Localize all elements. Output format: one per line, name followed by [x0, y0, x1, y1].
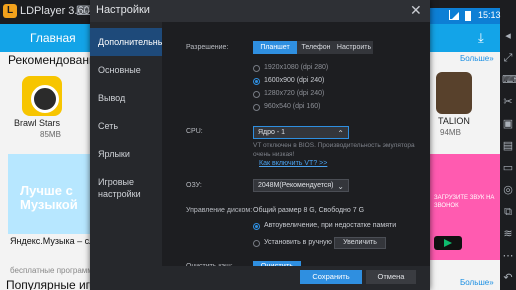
scissors-icon[interactable]: ✂ [502, 96, 514, 108]
music-banner[interactable]: Лучше с Музыкой [8, 154, 90, 234]
disk-auto-label: Автоувеличение, при недостатке памяти [264, 222, 397, 229]
multi-window-icon[interactable]: ⧉ [502, 206, 514, 218]
app-name[interactable]: TALION [438, 116, 470, 126]
apk-icon[interactable]: ▤ [502, 140, 514, 152]
nav-item-output[interactable]: Вывод [90, 84, 162, 112]
battery-icon [465, 11, 471, 21]
cpu-value: Ядро - 1 [258, 129, 286, 136]
brawl-stars-icon[interactable] [22, 76, 62, 116]
app-size: 85MB [40, 130, 61, 139]
download-icon[interactable]: ⤓ [478, 30, 484, 46]
tab-phone[interactable]: Телефон [297, 41, 335, 54]
nav-label: Сеть [98, 121, 119, 131]
emulator-toolbar: ◂ ⤢ ⌨ ✂ ▣ ▤ ▭ ◎ ⧉ ≋ ⋯ ↶ [500, 24, 516, 290]
settings-content: Разрешение: Планшет Телефон Настроить 19… [162, 22, 430, 290]
nav-label: Основные [98, 65, 141, 75]
folder-icon[interactable]: ▭ [502, 162, 514, 174]
cancel-button[interactable]: Отмена [366, 270, 416, 284]
dialog-footer: Сохранить Отмена [162, 266, 430, 290]
keyboard-icon[interactable]: ⌨ [502, 74, 516, 86]
popular-heading: Популярные игры [6, 278, 90, 290]
banner-text: Лучше с Музыкой [20, 183, 78, 212]
fullscreen-icon[interactable]: ⤢ [502, 52, 514, 64]
tab-custom[interactable]: Настроить [335, 41, 373, 54]
resolution-radio-960[interactable] [253, 104, 260, 111]
shake-icon[interactable]: ≋ [502, 228, 514, 240]
location-icon[interactable]: ◎ [502, 184, 514, 196]
nav-item-shortcuts[interactable]: Ярлыки [90, 140, 162, 168]
more-icon[interactable]: ⋯ [502, 250, 514, 262]
android-home-left: Главная Рекомендованны Brawl Stars 85MB … [0, 24, 90, 290]
resolution-label: Разрешение: [186, 44, 229, 51]
recommended-heading: Рекомендованны [8, 53, 90, 67]
volume-icon[interactable]: ◂ [502, 30, 514, 42]
google-play-icon [434, 236, 462, 250]
app-size: 94MB [440, 128, 461, 137]
banner-subtitle: бесплатные программы [10, 266, 90, 275]
nav-item-advanced[interactable]: Дополнительные [90, 28, 170, 56]
disk-label: Управление диском: [186, 207, 253, 214]
nav-item-network[interactable]: Сеть [90, 112, 162, 140]
increase-button[interactable]: Увеличить [334, 237, 386, 249]
nav-label: Вывод [98, 93, 126, 103]
chevron-up-icon: ⌃ [337, 129, 344, 138]
dialog-title: Настройки [96, 4, 150, 16]
vt-help-link[interactable]: Как включить VT? >> [259, 160, 327, 167]
nav-label: Игровые настройки [98, 177, 141, 199]
resolution-radio-1920[interactable] [253, 65, 260, 72]
ram-select[interactable]: 2048M(Рекомендуется) ⌄ [253, 179, 349, 192]
nav-label: Ярлыки [98, 149, 130, 159]
signal-icon [449, 10, 459, 20]
settings-nav: Дополнительные Основные Вывод Сеть Ярлык… [90, 22, 170, 290]
save-button[interactable]: Сохранить [300, 270, 362, 284]
android-status-bar: 15:13 [430, 8, 501, 24]
app-header: Главная [0, 24, 90, 52]
tab-tablet[interactable]: Планшет [253, 41, 297, 54]
dialog-titlebar: Настройки ✕ [90, 0, 430, 22]
resolution-option: 1280x720 (dpi 240) [264, 90, 325, 97]
settings-dialog: Настройки ✕ Дополнительные Основные Выво… [90, 0, 430, 290]
more-link[interactable]: Больше» [460, 278, 494, 287]
app-name[interactable]: Brawl Stars [14, 118, 60, 128]
disk-info: Общий размер 8 G, Свободно 7 G [253, 207, 365, 214]
right-header: ⤓ [430, 24, 500, 52]
nav-label: Дополнительные [98, 37, 170, 47]
disk-manual-radio[interactable] [253, 240, 260, 247]
back-icon[interactable]: ↶ [502, 272, 514, 284]
disk-manual-label: Установить в ручную [264, 239, 332, 246]
cpu-label: CPU: [186, 128, 203, 135]
ldplayer-logo: L [3, 4, 17, 18]
screenshot-icon[interactable]: ▣ [502, 118, 514, 130]
resolution-option: 1920x1080 (dpi 280) [264, 64, 329, 71]
resolution-radio-1280[interactable] [253, 91, 260, 98]
talion-icon[interactable] [436, 72, 472, 114]
status-time: 15:13 [478, 10, 501, 20]
chevron-down-icon: ⌄ [337, 182, 344, 191]
ram-label: ОЗУ: [186, 182, 202, 189]
home-tab[interactable]: Главная [30, 31, 76, 45]
close-icon[interactable]: ✕ [410, 2, 422, 19]
ringtone-banner[interactable]: ЗАГРУЗИТЕ ЗВУК НА ЗВОНОК [430, 154, 500, 260]
android-home-right: ⤓ Больше» TALION 94MB ЗАГРУЗИТЕ ЗВУК НА … [430, 24, 500, 290]
ringtone-text: ЗАГРУЗИТЕ ЗВУК НА ЗВОНОК [434, 195, 495, 209]
nav-item-game-settings[interactable]: Игровые настройки [90, 168, 162, 208]
more-link[interactable]: Больше» [460, 54, 494, 63]
resolution-radio-1600[interactable] [253, 78, 260, 85]
disk-auto-radio[interactable] [253, 223, 260, 230]
ram-value: 2048M(Рекомендуется) [258, 182, 334, 189]
banner-caption: Яндекс.Музыка – слуш [10, 236, 90, 246]
vt-warning: VT отключен в BIOS. Производительность э… [253, 142, 415, 158]
resolution-option: 1600x900 (dpi 240) [264, 77, 325, 84]
cpu-select[interactable]: Ядро - 1 ⌃ [253, 126, 349, 139]
nav-item-basic[interactable]: Основные [90, 56, 162, 84]
resolution-option: 960x540 (dpi 160) [264, 103, 321, 110]
